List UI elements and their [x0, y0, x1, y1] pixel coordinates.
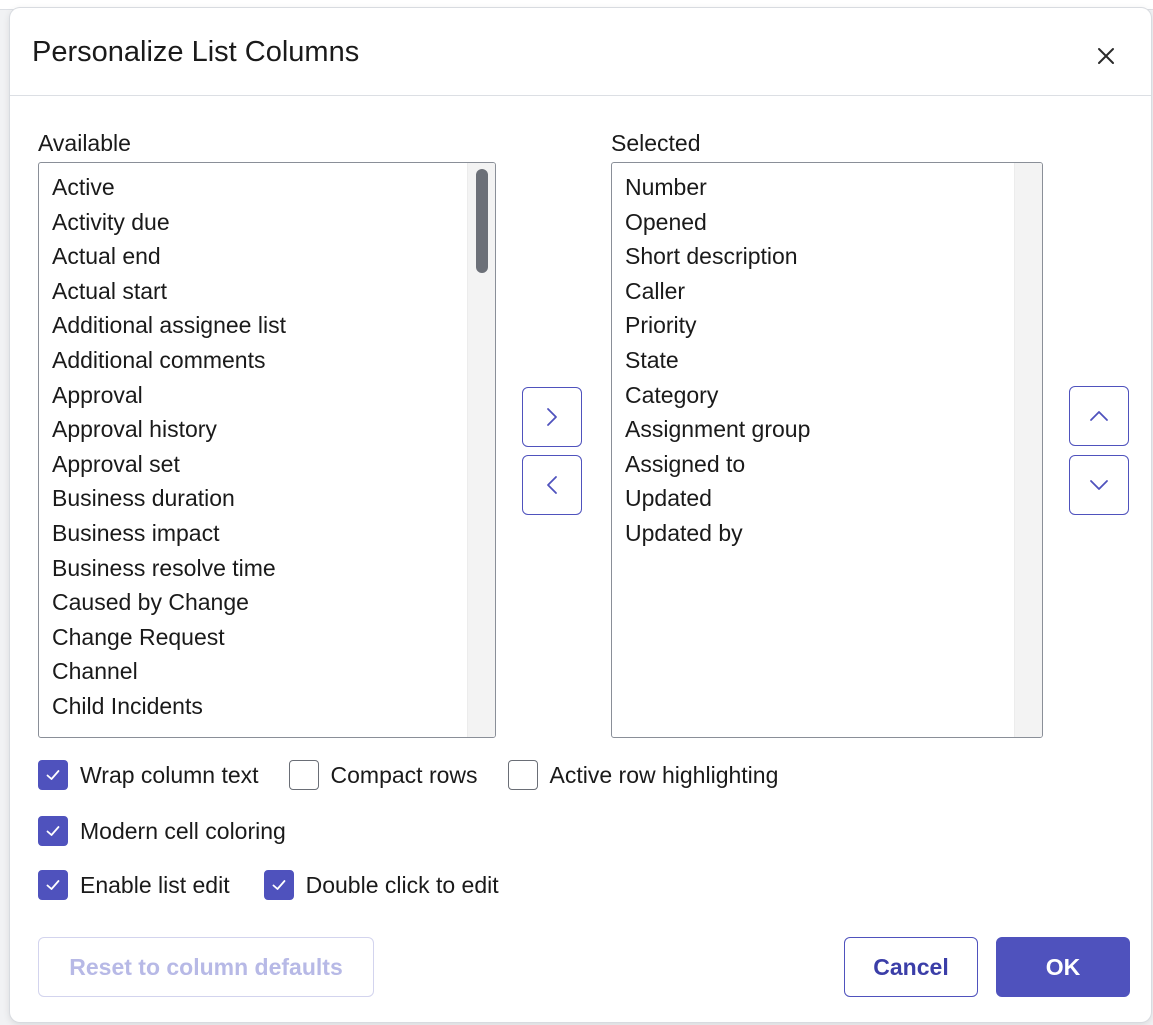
chevron-up-icon: [1090, 411, 1108, 421]
available-items: Active Activity due Actual end Actual start…: [52, 170, 465, 724]
selected-list-item[interactable]: State: [625, 343, 1012, 378]
active-row-highlighting-label: Active row highlighting: [549, 761, 779, 788]
modern-cell-coloring-label: Modern cell coloring: [80, 817, 286, 844]
move-down-button[interactable]: [1069, 455, 1129, 515]
selected-list-item[interactable]: Updated: [625, 481, 1012, 516]
available-list-item[interactable]: Caused by Change: [52, 585, 465, 620]
wrap-column-text-option[interactable]: Wrap column text: [38, 760, 259, 790]
available-scrollbar-thumb[interactable]: [476, 169, 488, 273]
available-list-item[interactable]: Approval set: [52, 447, 465, 482]
check-icon: [46, 880, 60, 890]
selected-listbox[interactable]: Number Opened Short description Caller Prior…: [611, 162, 1043, 738]
available-list-item[interactable]: Channel: [52, 654, 465, 689]
enable-list-edit-checkbox[interactable]: [38, 870, 68, 900]
wrap-column-text-label: Wrap column text: [80, 761, 259, 788]
chevron-down-icon: [1090, 480, 1108, 490]
wrap-column-text-checkbox[interactable]: [38, 760, 68, 790]
active-row-highlighting-checkbox[interactable]: [507, 760, 538, 790]
selected-list-item[interactable]: Priority: [625, 308, 1012, 343]
available-list-item[interactable]: Approval: [52, 378, 465, 413]
available-listbox[interactable]: Active Activity due Actual end Actual start…: [38, 162, 496, 738]
selected-list-item[interactable]: Opened: [625, 205, 1012, 240]
available-list-item[interactable]: Change Request: [52, 620, 465, 655]
reset-to-defaults-button[interactable]: Reset to column defaults: [38, 937, 374, 997]
compact-rows-checkbox[interactable]: [288, 760, 319, 790]
add-column-button[interactable]: [522, 387, 582, 447]
check-icon: [46, 770, 60, 780]
available-list-item[interactable]: Activity due: [52, 205, 465, 240]
remove-column-button[interactable]: [522, 455, 582, 515]
compact-rows-label: Compact rows: [330, 761, 478, 788]
available-list-item[interactable]: Approval history: [52, 412, 465, 447]
available-scrollbar[interactable]: [467, 163, 495, 737]
cancel-button[interactable]: Cancel: [844, 937, 978, 997]
double-click-to-edit-option[interactable]: Double click to edit: [263, 870, 499, 900]
available-list-item[interactable]: Active: [52, 170, 465, 205]
personalize-list-columns-dialog: Personalize List Columns Available Activ…: [10, 8, 1151, 1022]
modern-cell-coloring-option[interactable]: Modern cell coloring: [38, 816, 286, 846]
move-up-button[interactable]: [1069, 386, 1129, 446]
available-list-item[interactable]: Business duration: [52, 481, 465, 516]
options-row-3: Enable list edit Double click to edit: [38, 868, 529, 902]
enable-list-edit-label: Enable list edit: [80, 871, 230, 898]
modern-cell-coloring-checkbox[interactable]: [38, 816, 68, 846]
dialog-title: Personalize List Columns: [32, 36, 360, 68]
selected-list-item[interactable]: Assigned to: [625, 447, 1012, 482]
check-icon: [46, 826, 60, 836]
selected-list-item[interactable]: Caller: [625, 274, 1012, 309]
selected-scrollbar[interactable]: [1014, 163, 1042, 737]
selected-label: Selected: [611, 130, 701, 156]
check-icon: [272, 880, 285, 890]
options-row-1: Wrap column text Compact rows Active row…: [38, 758, 808, 792]
available-list-item[interactable]: Additional assignee list: [52, 308, 465, 343]
close-button[interactable]: [1088, 38, 1124, 74]
available-list-item[interactable]: Business resolve time: [52, 551, 465, 586]
available-list-item[interactable]: Child Incidents: [52, 689, 465, 724]
selected-list-item[interactable]: Category: [625, 378, 1012, 413]
dialog-header: Personalize List Columns: [10, 8, 1151, 96]
selected-list-item[interactable]: Assignment group: [625, 412, 1012, 447]
selected-list-item[interactable]: Short description: [625, 239, 1012, 274]
double-click-to-edit-label: Double click to edit: [305, 871, 499, 898]
close-icon: [1098, 48, 1114, 64]
compact-rows-option[interactable]: Compact rows: [288, 760, 478, 790]
active-row-highlighting-option[interactable]: Active row highlighting: [507, 760, 779, 790]
available-list-item[interactable]: Actual start: [52, 274, 465, 309]
ok-button[interactable]: OK: [996, 937, 1130, 997]
chevron-left-icon: [547, 476, 557, 494]
available-label: Available: [38, 130, 131, 156]
enable-list-edit-option[interactable]: Enable list edit: [38, 870, 230, 900]
options-row-2: Modern cell coloring: [38, 814, 316, 848]
selected-list-item[interactable]: Number: [625, 170, 1012, 205]
selected-items: Number Opened Short description Caller Prior…: [625, 170, 1012, 551]
double-click-to-edit-checkbox[interactable]: [263, 870, 294, 900]
available-list-item[interactable]: Actual end: [52, 239, 465, 274]
chevron-right-icon: [547, 408, 557, 426]
available-list-item[interactable]: Business impact: [52, 516, 465, 551]
available-list-item[interactable]: Additional comments: [52, 343, 465, 378]
selected-list-item[interactable]: Updated by: [625, 516, 1012, 551]
